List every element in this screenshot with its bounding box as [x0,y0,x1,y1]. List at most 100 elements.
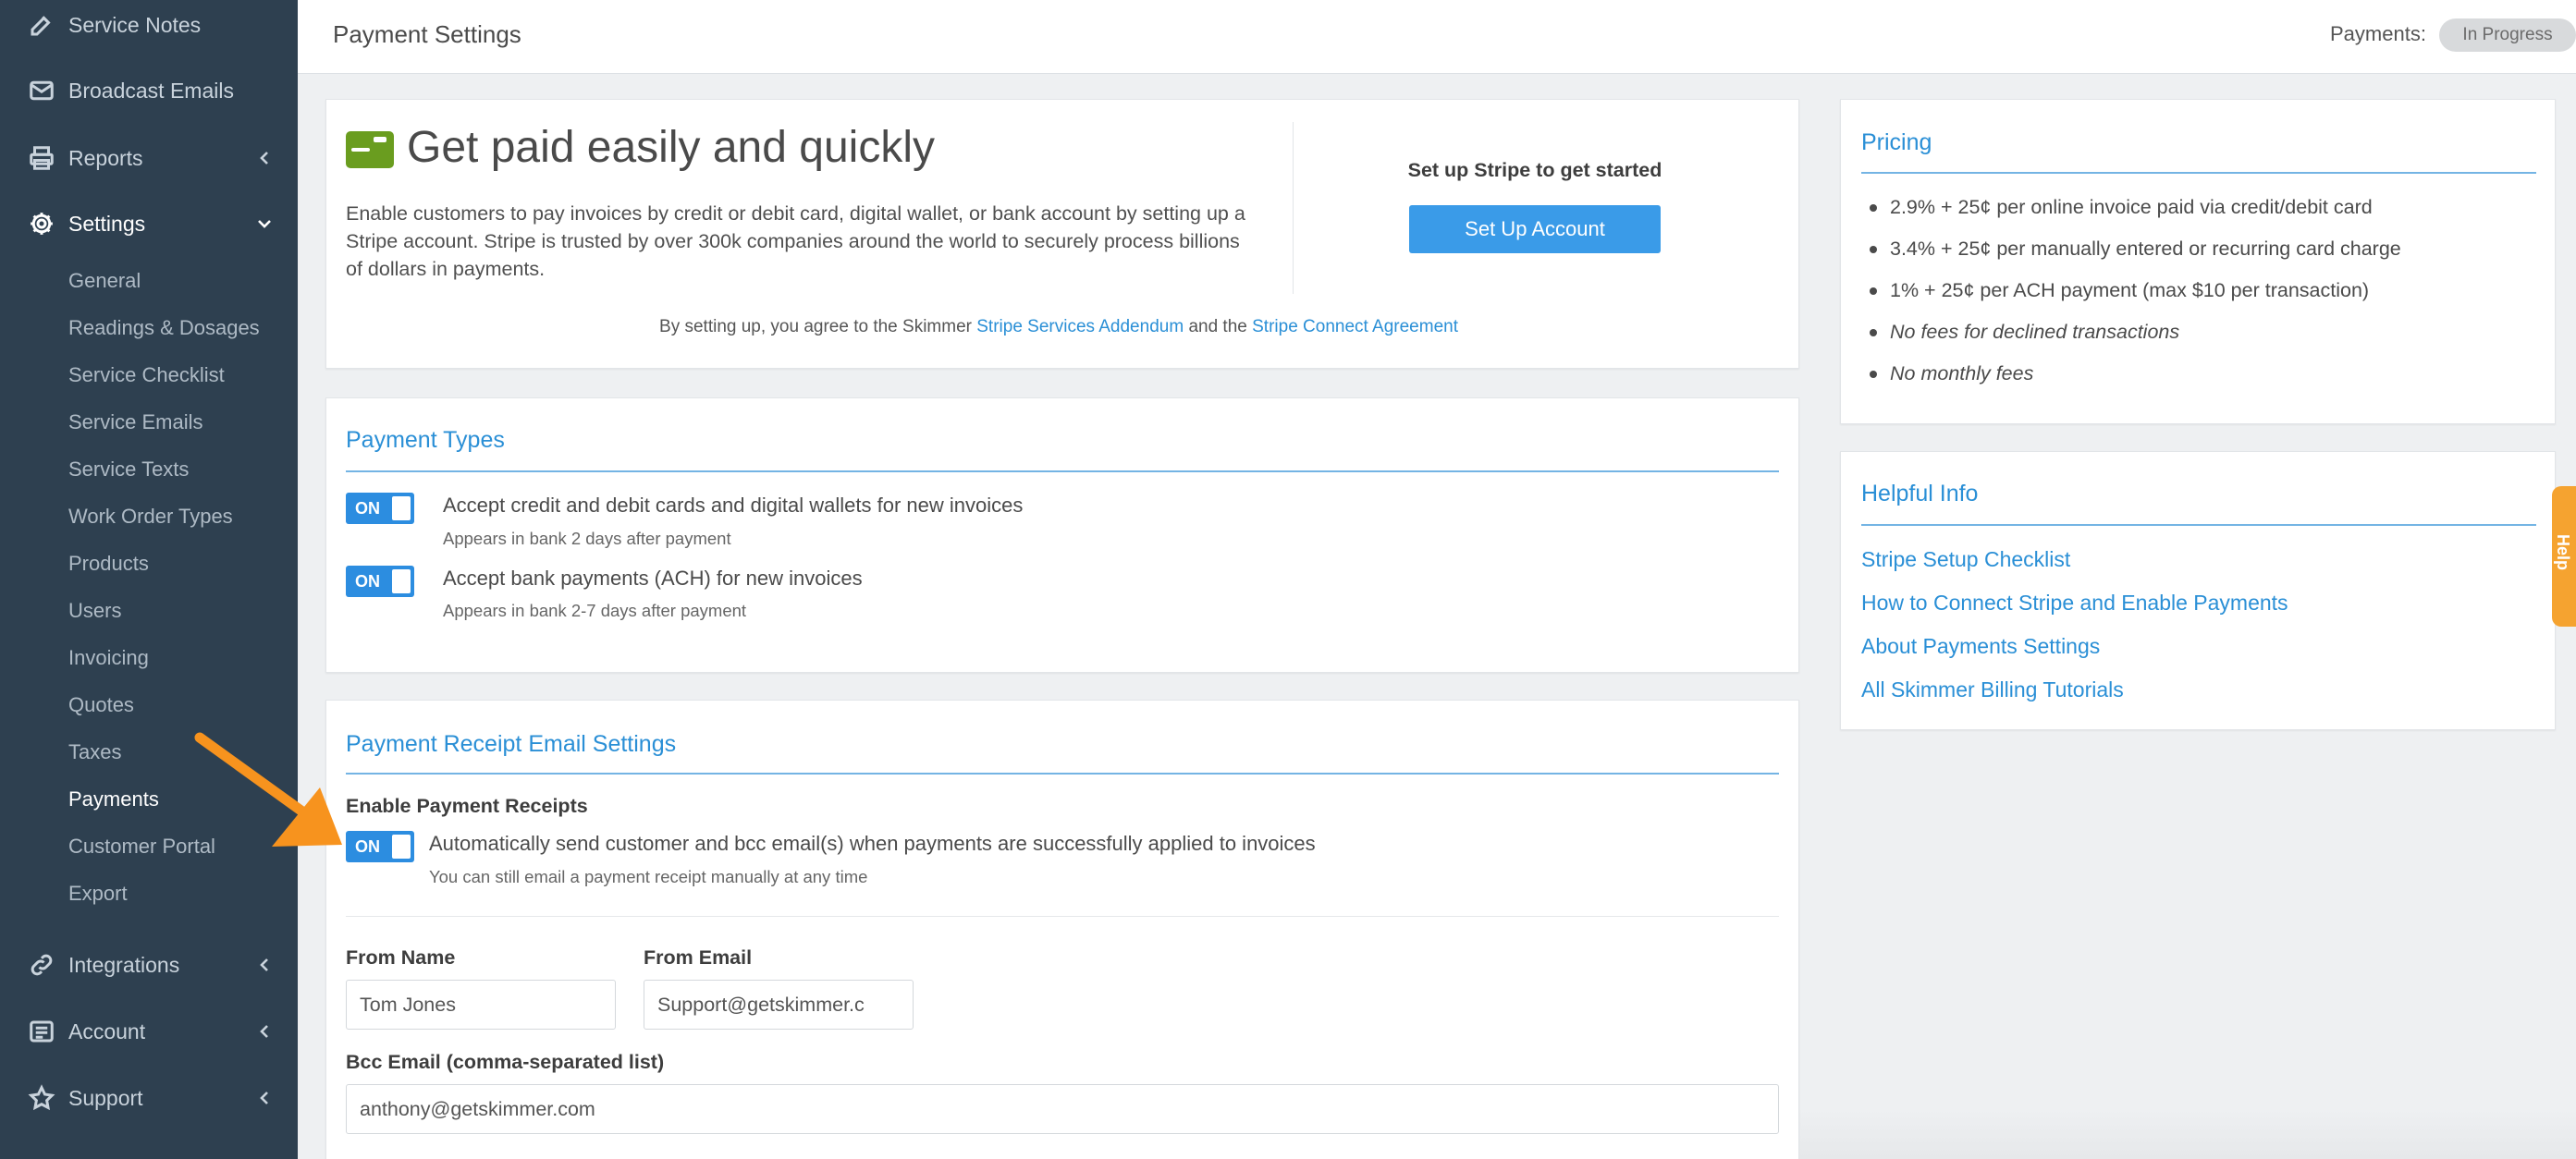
sidebar-item-quotes[interactable]: Quotes [68,687,134,724]
chevron-left-icon [255,956,274,974]
pricing-item-text: No monthly fees [1890,362,2034,384]
chevron-left-icon [255,149,274,167]
help-tab-label: Help [2554,534,2572,571]
sidebar-item-invoicing[interactable]: Invoicing [68,640,149,677]
credit-card-icon [346,131,394,168]
envelope-icon [28,77,55,104]
pricing-item: 3.4% + 25¢ per manually entered or recur… [1870,238,2401,261]
nav-label: Account [68,1019,146,1043]
pricing-title: Pricing [1861,129,1932,155]
sidebar-item-service-checklist[interactable]: Service Checklist [68,357,225,394]
agreement-prefix: By setting up, you agree to the Skimmer [659,317,972,336]
stripe-services-addendum-link[interactable]: Stripe Services Addendum [976,317,1184,336]
link-icon [28,951,55,979]
toggle-label: ON [355,499,380,518]
sidebar-item-work-order-types[interactable]: Work Order Types [68,498,233,535]
sidebar-item-export[interactable]: Export [68,875,128,912]
sidebar-item-users[interactable]: Users [68,592,121,629]
nav-label: Reports [68,145,143,170]
helpful-info-title: Helpful Info [1861,481,1979,506]
bullet-icon [1870,328,1877,336]
hero-description: Enable customers to pay invoices by cred… [346,202,1245,280]
divider [346,916,1779,917]
pricing-item-text: 2.9% + 25¢ per online invoice paid via c… [1890,196,2373,218]
setup-heading: Set up Stripe to get started [1407,159,1662,181]
divider [346,773,1779,775]
nav-label: Settings [68,211,146,236]
toggle-knob [392,496,411,520]
pricing-item: 1% + 25¢ per ACH payment (max $10 per tr… [1870,279,2369,302]
ach-payments-sub: Appears in bank 2-7 days after payment [443,601,747,620]
divider [1861,524,2536,526]
top-header: Payment Settings Payments: In Progress [298,0,2576,74]
toggle-label: ON [355,572,380,591]
list-icon [28,1018,55,1045]
about-payments-settings-link[interactable]: About Payments Settings [1861,634,2100,659]
chevron-left-icon [255,1022,274,1041]
nav-service-notes[interactable]: Service Notes [0,0,298,53]
nav-label: Integrations [68,952,180,977]
chevron-left-icon [255,1089,274,1107]
sidebar-item-service-emails[interactable]: Service Emails [68,404,202,441]
payments-status-label: Payments: [2330,22,2426,45]
payment-types-title: Payment Types [346,427,505,453]
divider [346,470,1779,472]
arrow-annotation-icon [194,732,342,847]
enable-receipts-label: Enable Payment Receipts [346,795,588,817]
billing-tutorials-link[interactable]: All Skimmer Billing Tutorials [1861,677,2124,702]
divider [1861,172,2536,174]
sidebar: Service Notes Broadcast Emails Reports S… [0,0,298,1159]
from-name-input[interactable] [346,980,616,1030]
pricing-item-text: 3.4% + 25¢ per manually entered or recur… [1890,238,2401,260]
pricing-item: No monthly fees [1870,362,2033,385]
toggle-knob [392,569,411,593]
gear-icon [28,210,55,238]
bcc-email-label: Bcc Email (comma-separated list) [346,1051,665,1073]
star-icon [28,1084,55,1112]
nav-account[interactable]: Account [0,1004,298,1059]
help-tab[interactable]: Help [2552,486,2576,627]
sidebar-item-service-texts[interactable]: Service Texts [68,451,189,488]
printer-icon [28,144,55,172]
nav-support[interactable]: Support [0,1070,298,1126]
nav-integrations[interactable]: Integrations [0,937,298,993]
bcc-email-input[interactable] [346,1084,1779,1134]
card-payments-label: Accept credit and debit cards and digita… [443,494,1024,517]
divider [1293,122,1294,294]
auto-send-sub: You can still email a payment receipt ma… [429,867,868,886]
sidebar-item-products[interactable]: Products [68,545,149,582]
nav-label: Support [68,1085,143,1110]
auto-send-label: Automatically send customer and bcc emai… [429,832,1316,855]
toggle-knob [392,835,411,859]
set-up-account-button[interactable]: Set Up Account [1409,205,1661,253]
nav-reports[interactable]: Reports [0,130,298,186]
sidebar-item-general[interactable]: General [68,262,141,299]
from-email-label: From Email [644,946,753,969]
page-title: Payment Settings [333,20,521,48]
bullet-icon [1870,370,1877,378]
stripe-setup-checklist-link[interactable]: Stripe Setup Checklist [1861,547,2070,572]
agreement-text: By setting up, you agree to the Skimmer … [324,317,1794,337]
agreement-mid: and the [1188,317,1247,336]
sidebar-item-readings-dosages[interactable]: Readings & Dosages [68,310,260,347]
shadow-overlay [1799,1109,2576,1159]
connect-stripe-link[interactable]: How to Connect Stripe and Enable Payment… [1861,591,2288,616]
nav-label: Broadcast Emails [68,78,234,103]
bullet-icon [1870,203,1877,212]
receipt-settings-title: Payment Receipt Email Settings [346,731,677,757]
ach-payments-label: Accept bank payments (ACH) for new invoi… [443,567,863,590]
edit-icon [28,11,55,39]
from-email-input[interactable] [644,980,914,1030]
ach-payments-toggle[interactable]: ON [346,566,414,597]
bullet-icon [1870,245,1877,253]
from-name-label: From Name [346,946,456,969]
bullet-icon [1870,287,1877,295]
card-payments-toggle[interactable]: ON [346,493,414,524]
pricing-item-text: 1% + 25¢ per ACH payment (max $10 per tr… [1890,279,2370,301]
stripe-connect-agreement-link[interactable]: Stripe Connect Agreement [1252,317,1458,336]
nav-broadcast-emails[interactable]: Broadcast Emails [0,63,298,118]
chevron-down-icon [255,214,274,233]
sidebar-item-taxes[interactable]: Taxes [68,734,121,771]
nav-settings[interactable]: Settings [0,196,298,251]
sidebar-item-payments[interactable]: Payments [68,781,159,818]
